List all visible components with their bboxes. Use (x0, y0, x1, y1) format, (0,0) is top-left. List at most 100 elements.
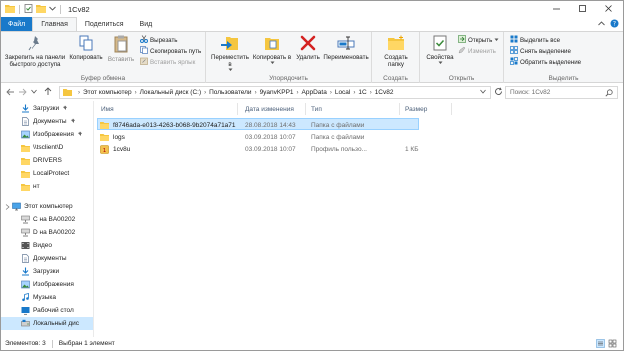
window-controls (543, 1, 621, 17)
ribbon-tabs: Файл Главная Поделиться Вид ? (1, 17, 623, 31)
help-icon[interactable]: ? (610, 19, 619, 30)
large-icons-view-icon[interactable] (608, 339, 617, 350)
select-all-icon (510, 35, 518, 45)
video-icon (21, 241, 30, 250)
breadcrumb-1c[interactable]: 1C (358, 89, 366, 96)
new-folder-button[interactable]: Создать папку (376, 35, 416, 68)
window-title: 1Cv82 (68, 4, 90, 14)
back-button[interactable] (5, 87, 15, 98)
svg-text:?: ? (613, 21, 616, 28)
minimize-icon (552, 4, 561, 15)
back-arrow-icon (5, 88, 15, 98)
explorer-window: 1Cv82 Файл Главная Поделиться Вид ? Закр… (0, 0, 624, 351)
nav-item-downloads-pc[interactable]: Загрузки (1, 265, 93, 278)
move-to-button[interactable]: Переместить в (210, 35, 250, 75)
close-button[interactable] (595, 1, 621, 17)
tab-share[interactable]: Поделиться (77, 17, 132, 31)
nav-item-downloads[interactable]: Загрузки (1, 102, 93, 115)
up-button[interactable] (43, 87, 53, 98)
nav-item-desktop[interactable]: Рабочий стол (1, 304, 93, 317)
select-all-button[interactable]: Выделить все (510, 35, 560, 45)
chevron-right-icon: › (204, 89, 207, 96)
pin-quick-access-button[interactable]: Закрепить на панели быстрого доступа (3, 35, 67, 68)
delete-button[interactable]: Удалить (294, 35, 322, 61)
recent-locations-button[interactable] (29, 87, 39, 98)
column-header-date[interactable]: Дата изменения (245, 101, 294, 117)
copy-path-button[interactable]: Скопировать путь (140, 46, 201, 56)
qa-dropdown-icon[interactable] (49, 5, 56, 13)
nav-item-local-disk[interactable]: Локальный дис (1, 317, 93, 330)
details-view-icon[interactable] (596, 339, 605, 350)
breadcrumb-user[interactable]: 9yanvKPP1 (260, 89, 294, 96)
properties-icon[interactable] (24, 3, 33, 15)
column-header-type[interactable]: Тип (311, 101, 322, 117)
file-name: 1cv8u (113, 145, 131, 153)
open-button[interactable]: Открыть (458, 35, 499, 45)
table-row[interactable]: logs 03.09.2018 10:07 Папка с файлами (97, 131, 419, 143)
breadcrumb-local-disk[interactable]: Локальный диск (C:) (140, 89, 202, 96)
paste-shortcut-button[interactable]: Вставить ярлык (140, 57, 195, 67)
properties-button[interactable]: Свойства (424, 35, 456, 68)
folder-icon (5, 4, 15, 15)
nav-item-music[interactable]: Музыка (1, 291, 93, 304)
address-dropdown-button[interactable] (478, 87, 488, 98)
maximize-button[interactable] (569, 1, 595, 17)
refresh-button[interactable] (493, 87, 503, 98)
pin-icon (28, 35, 42, 54)
copy-to-icon (264, 35, 280, 54)
nav-item-pictures[interactable]: Изображения (1, 128, 93, 141)
cut-button[interactable]: Вырезать (140, 35, 178, 45)
new-folder-icon[interactable] (36, 4, 46, 15)
open-icon (458, 35, 466, 45)
forward-button[interactable] (17, 87, 27, 98)
nav-item-this-pc[interactable]: Этот компьютер (1, 200, 93, 213)
chevron-right-icon: › (78, 89, 80, 96)
minimize-button[interactable] (543, 1, 569, 17)
select-none-button[interactable]: Снять выделение (510, 46, 571, 56)
invert-selection-button[interactable]: Обратить выделение (510, 57, 581, 67)
tab-view[interactable]: Вид (132, 17, 161, 31)
table-row[interactable]: 1 1cv8u 03.09.2018 10:07 Профиль пользо.… (97, 143, 427, 155)
breadcrumb-local[interactable]: Local (335, 89, 351, 96)
expand-chevron-icon[interactable] (4, 202, 10, 211)
search-icon (605, 89, 613, 99)
search-input[interactable]: Поиск: 1Cv82 (505, 86, 618, 99)
tab-file[interactable]: Файл (1, 17, 33, 31)
breadcrumb-users[interactable]: Пользователи (209, 89, 251, 96)
column-header-size[interactable]: Размер (405, 101, 427, 117)
nav-item-localprotect[interactable]: LocalProtect (1, 167, 93, 180)
nav-item-pictures-pc[interactable]: Изображения (1, 278, 93, 291)
nav-item-nt[interactable]: нт (1, 180, 93, 193)
edit-icon (458, 46, 466, 56)
file-type: Папка с файлами (311, 133, 365, 141)
nav-item-c-on-ba00202[interactable]: C на BA00202 (1, 213, 93, 226)
breadcrumb-this-pc[interactable]: Этот компьютер (83, 89, 132, 96)
status-bar: Элементов: 3 Выбран 1 элемент (1, 337, 623, 350)
paste-button[interactable]: Вставить (105, 35, 137, 63)
nav-item-documents[interactable]: Документы (1, 115, 93, 128)
copy-to-button[interactable]: Копировать в (252, 35, 292, 68)
collapse-ribbon-icon[interactable] (598, 20, 605, 29)
breadcrumb-1cv82[interactable]: 1Cv82 (375, 89, 394, 96)
quick-access-toolbar (1, 1, 62, 17)
nav-item-drivers[interactable]: DRIVERS (1, 154, 93, 167)
move-to-dropdown-icon (228, 68, 233, 75)
address-bar[interactable]: › Этот компьютер › Локальный диск (C:) ›… (59, 86, 491, 99)
tab-home[interactable]: Главная (32, 17, 77, 31)
file-date: 28.08.2018 14:43 (245, 121, 296, 129)
nav-item-tsclient-d[interactable]: \\tsclient\D (1, 141, 93, 154)
breadcrumb-appdata[interactable]: AppData (302, 89, 327, 96)
file-name-cell: f8746ada-e013-4263-b068-9b2074a71a71 (100, 119, 236, 131)
table-row[interactable]: f8746ada-e013-4263-b068-9b2074a71a71 28.… (97, 118, 419, 130)
rename-button[interactable]: Переименовать (322, 35, 370, 61)
delete-icon (300, 35, 316, 54)
nav-item-video[interactable]: Видео (1, 239, 93, 252)
column-header-name[interactable]: Имя (101, 101, 114, 117)
view-switcher (596, 339, 617, 350)
nav-item-d-on-ba00202[interactable]: D на BA00202 (1, 226, 93, 239)
nav-item-documents-pc[interactable]: Документы (1, 252, 93, 265)
copy-button[interactable]: Копировать (69, 35, 103, 61)
properties-icon (432, 35, 448, 54)
pane-splitter[interactable] (93, 101, 94, 337)
edit-button[interactable]: Изменить (458, 46, 496, 56)
